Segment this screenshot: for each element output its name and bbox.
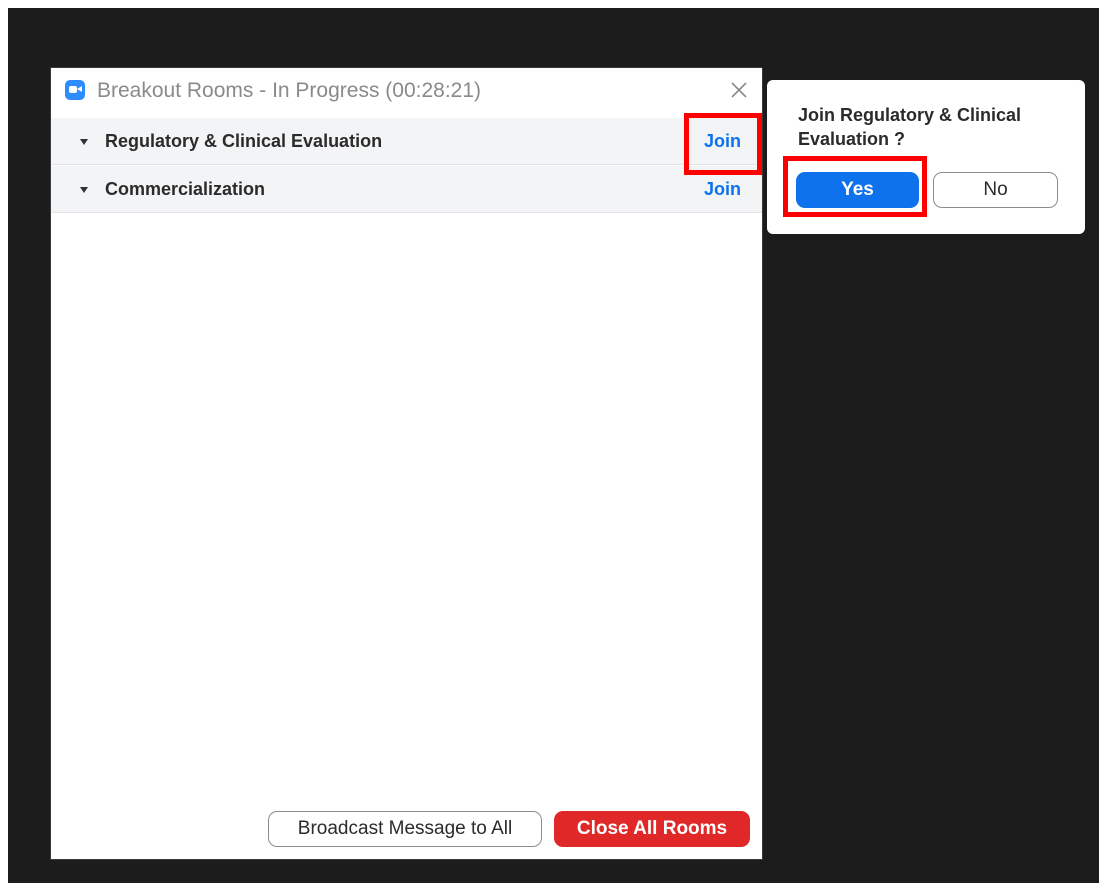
breakout-rooms-window: Breakout Rooms - In Progress (00:28:21) … bbox=[50, 67, 763, 860]
room-name: Commercialization bbox=[105, 179, 266, 199]
join-room-link[interactable]: Join bbox=[704, 179, 741, 200]
close-all-rooms-button[interactable]: Close All Rooms bbox=[554, 811, 750, 847]
zoom-camera-icon bbox=[65, 80, 85, 100]
caret-down-icon[interactable] bbox=[80, 187, 88, 193]
window-titlebar: Breakout Rooms - In Progress (00:28:21) bbox=[51, 68, 762, 117]
join-confirm-popup: Join Regulatory & Clinical Evaluation ? … bbox=[767, 80, 1085, 234]
close-icon[interactable] bbox=[728, 79, 750, 101]
confirm-question: Join Regulatory & Clinical Evaluation ? bbox=[798, 105, 1022, 149]
window-title: Breakout Rooms - In Progress (00:28:21) bbox=[97, 79, 482, 102]
room-name: Regulatory & Clinical Evaluation bbox=[105, 131, 383, 151]
room-row-regulatory[interactable]: Regulatory & Clinical Evaluation Join bbox=[51, 118, 762, 165]
join-room-link[interactable]: Join bbox=[704, 131, 741, 152]
no-button[interactable]: No bbox=[933, 172, 1058, 208]
broadcast-message-button[interactable]: Broadcast Message to All bbox=[268, 811, 542, 847]
room-list: Regulatory & Clinical Evaluation Join Co… bbox=[51, 118, 762, 213]
yes-button[interactable]: Yes bbox=[796, 172, 919, 208]
room-row-commercialization[interactable]: Commercialization Join bbox=[51, 166, 762, 213]
caret-down-icon[interactable] bbox=[80, 139, 88, 145]
